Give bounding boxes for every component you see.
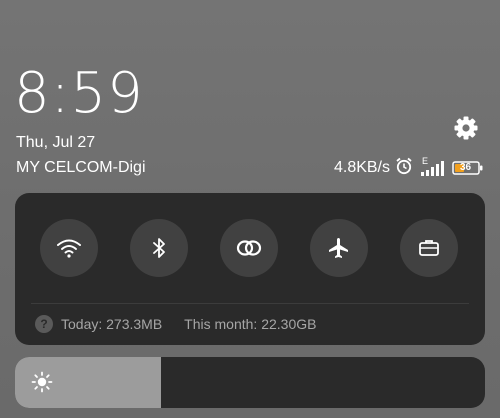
data-usage-month: This month: 22.30GB <box>184 316 317 332</box>
wifi-toggle[interactable] <box>40 219 98 277</box>
help-icon[interactable]: ? <box>35 315 53 333</box>
bluetooth-toggle[interactable] <box>130 219 188 277</box>
signal-icon: E <box>418 156 448 178</box>
briefcase-icon <box>419 240 439 256</box>
hotspot-icon <box>236 240 262 256</box>
brightness-slider[interactable] <box>15 357 485 408</box>
alarm-icon <box>394 156 414 181</box>
bluetooth-icon <box>153 238 165 258</box>
carrier-name: MY CELCOM-Digi <box>16 159 146 176</box>
wifi-icon <box>57 239 81 258</box>
panel-divider <box>31 303 469 304</box>
airplane-icon <box>329 238 348 258</box>
work-profile-toggle[interactable] <box>400 219 458 277</box>
network-speed: 4.8KB/s <box>333 159 390 176</box>
date-label[interactable]: Thu, Jul 27 <box>16 134 95 152</box>
hotspot-toggle[interactable] <box>220 219 278 277</box>
clock-time[interactable]: 8:59 <box>14 66 144 122</box>
quick-settings-panel: ? Today: 273.3MB This month: 22.30GB <box>15 193 485 345</box>
battery-percent: 36 <box>460 162 472 173</box>
data-usage-row[interactable]: ? Today: 273.3MB This month: 22.30GB <box>35 315 316 333</box>
brightness-icon <box>31 371 53 393</box>
data-usage-today: Today: 273.3MB <box>61 316 163 332</box>
settings-gear-icon[interactable] <box>452 114 480 142</box>
airplane-mode-toggle[interactable] <box>310 219 368 277</box>
status-bar: 4.8KB/s E 36 <box>334 156 484 180</box>
battery-icon: 36 <box>452 160 484 176</box>
lockscreen-notification-shade: 8:59 Thu, Jul 27 MY CELCOM-Digi 4.8KB/s <box>0 0 500 418</box>
